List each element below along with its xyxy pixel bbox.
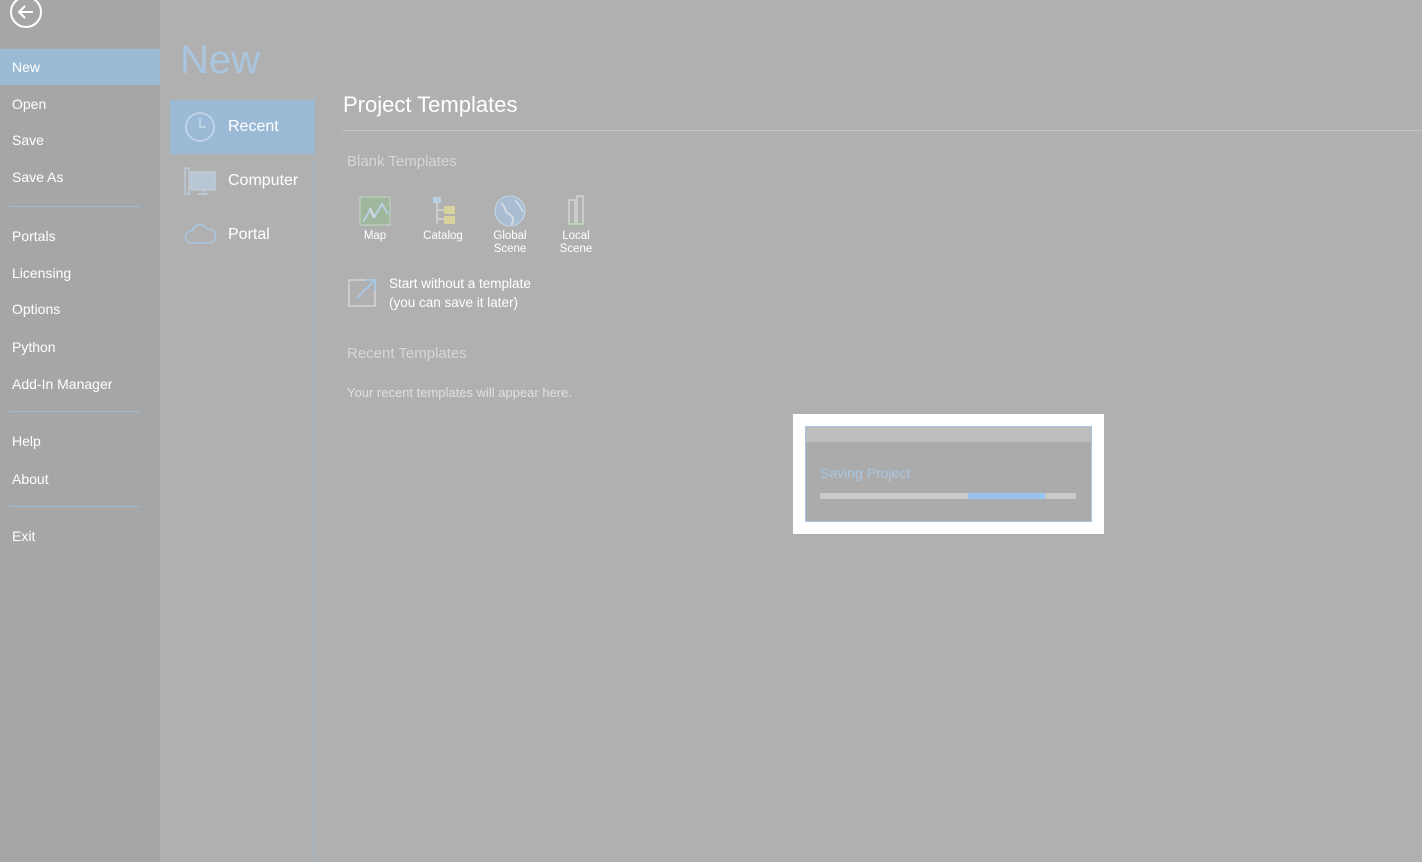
location-portal[interactable]: Portal bbox=[170, 208, 314, 262]
back-arrow-icon bbox=[17, 5, 33, 19]
template-label: Local Scene bbox=[559, 230, 593, 255]
computer-icon bbox=[184, 167, 216, 195]
progress-bar bbox=[820, 493, 1076, 499]
nav-item-licensing[interactable]: Licensing bbox=[0, 255, 160, 291]
catalog-icon bbox=[433, 197, 455, 224]
location-computer[interactable]: Computer bbox=[170, 154, 314, 208]
page-title: New bbox=[180, 38, 261, 82]
blank-templates-title: Blank Templates bbox=[347, 153, 457, 170]
location-label: Computer bbox=[228, 172, 299, 189]
template-label: Map bbox=[363, 230, 387, 242]
template-catalog[interactable]: Catalog bbox=[415, 194, 471, 243]
local-scene-icon bbox=[563, 195, 589, 226]
start-without-template[interactable]: Start without a template (you can save i… bbox=[347, 274, 531, 312]
nav-separator bbox=[10, 506, 140, 507]
saving-dialog: Saving Project bbox=[805, 426, 1092, 522]
nav-item-options[interactable]: Options bbox=[0, 291, 160, 327]
nav-item-add-in-manager[interactable]: Add-In Manager bbox=[0, 366, 160, 402]
nav-item-about[interactable]: About bbox=[0, 461, 160, 497]
dialog-title-bar bbox=[806, 427, 1091, 442]
recent-templates-title: Recent Templates bbox=[347, 345, 467, 362]
section-divider bbox=[342, 130, 1422, 131]
location-recent[interactable]: Recent bbox=[170, 100, 314, 154]
template-local-scene[interactable]: Local Scene bbox=[548, 194, 604, 256]
location-list: Recent Computer Portal bbox=[170, 100, 314, 262]
start-without-line2: (you can save it later) bbox=[389, 295, 519, 310]
nav-item-python[interactable]: Python bbox=[0, 329, 160, 365]
nav-item-portals[interactable]: Portals bbox=[0, 218, 160, 254]
template-label: Catalog bbox=[423, 230, 463, 242]
backstage-nav: New Open Save Save As Portals Licensing … bbox=[0, 0, 160, 862]
nav-item-save-as[interactable]: Save As bbox=[0, 159, 160, 195]
main-panel: New Recent Computer Portal Project Templ… bbox=[160, 0, 1422, 862]
recent-templates-hint: Your recent templates will appear here. bbox=[347, 385, 572, 400]
vertical-divider bbox=[314, 92, 315, 862]
section-title: Project Templates bbox=[343, 92, 518, 117]
nav-separator bbox=[10, 206, 140, 207]
progress-fill bbox=[968, 493, 1046, 499]
start-without-line1: Start without a template bbox=[389, 276, 531, 291]
clock-icon bbox=[185, 112, 215, 142]
dialog-message: Saving Project bbox=[820, 465, 911, 481]
location-label: Recent bbox=[228, 118, 279, 135]
nav-item-new[interactable]: New bbox=[0, 49, 160, 85]
back-button[interactable] bbox=[10, 0, 42, 28]
template-global-scene[interactable]: Global Scene bbox=[482, 194, 538, 256]
nav-item-save[interactable]: Save bbox=[0, 122, 160, 158]
globe-icon bbox=[494, 195, 526, 227]
nav-item-exit[interactable]: Exit bbox=[0, 518, 160, 554]
saving-dialog-frame: Saving Project bbox=[793, 414, 1104, 534]
template-map[interactable]: Map bbox=[347, 194, 403, 243]
map-icon bbox=[359, 196, 391, 226]
nav-item-help[interactable]: Help bbox=[0, 423, 160, 459]
cloud-icon bbox=[184, 223, 216, 244]
template-label: Global Scene bbox=[493, 230, 527, 255]
open-external-icon bbox=[348, 279, 376, 307]
nav-item-open[interactable]: Open bbox=[0, 86, 160, 122]
nav-separator bbox=[10, 411, 140, 412]
location-label: Portal bbox=[228, 226, 270, 243]
